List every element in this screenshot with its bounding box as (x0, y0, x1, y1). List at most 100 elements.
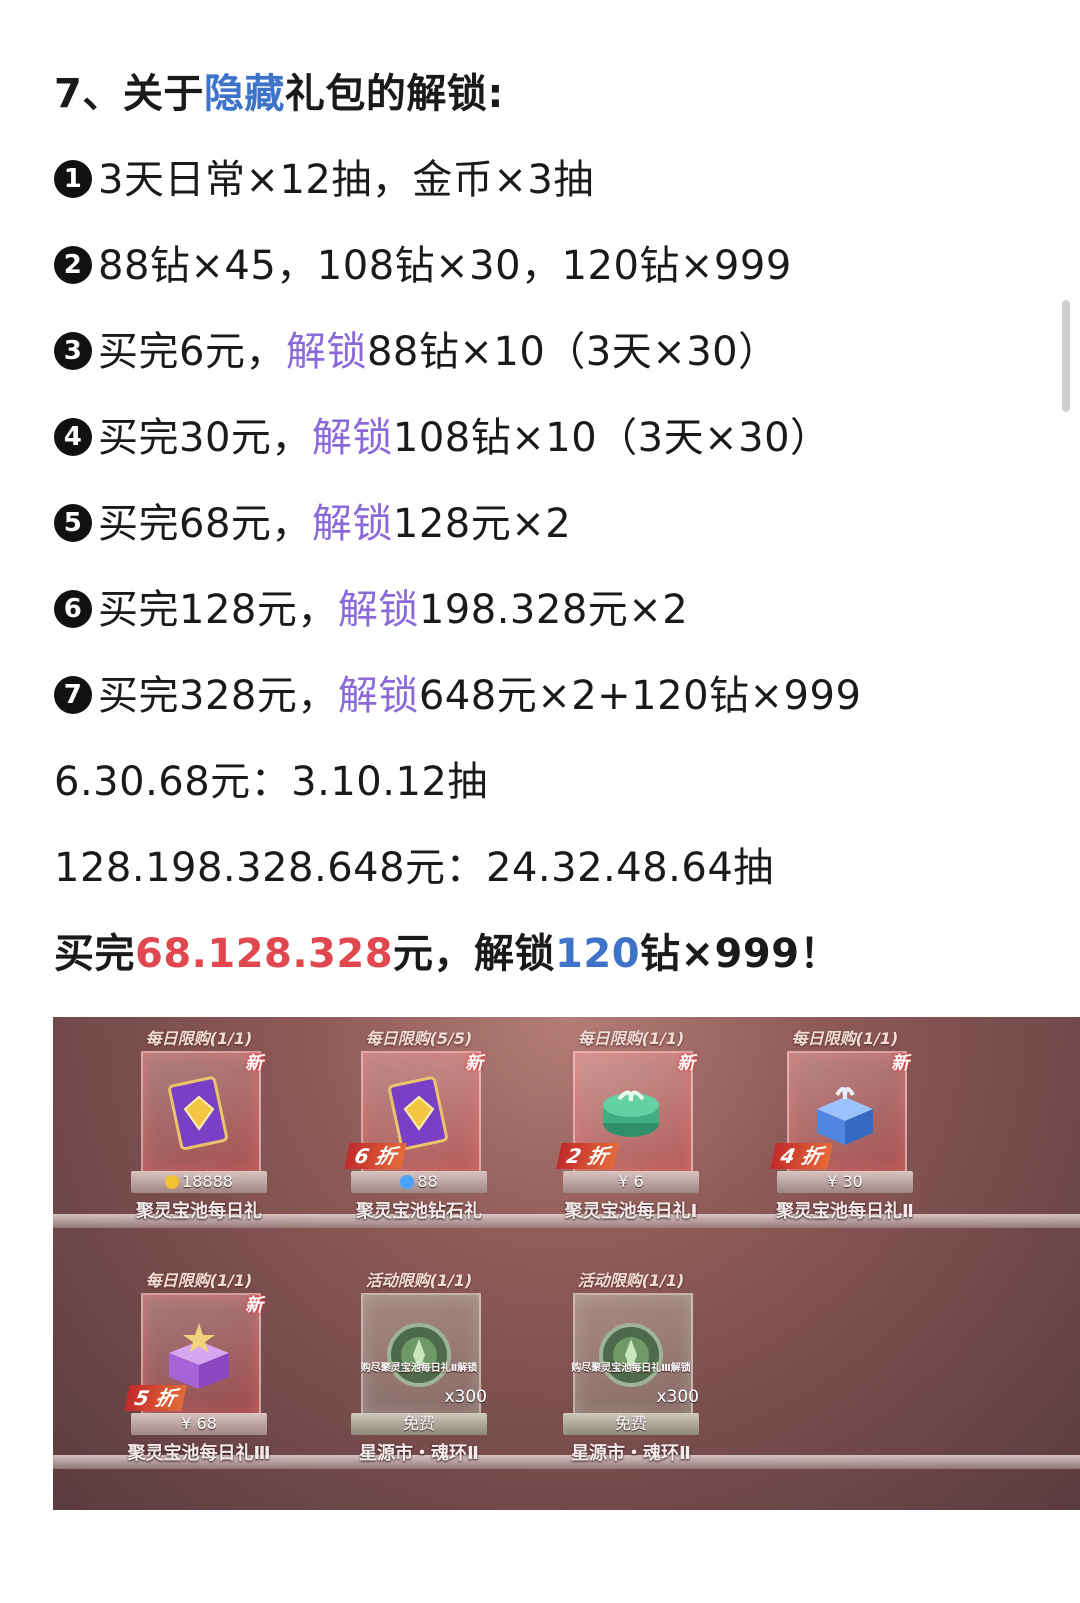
circled-number-marker: 6 (54, 590, 92, 628)
gold-coin-icon (165, 1175, 180, 1189)
circled-number-marker: 1 (54, 160, 92, 198)
purchase-limit-label: 活动限购(1/1) (365, 1271, 473, 1290)
purchase-limit-label: 每日限购(5/5) (365, 1029, 473, 1048)
pack-name: 聚灵宝池每日礼 (136, 1201, 262, 1222)
blue-diamond-icon (400, 1175, 415, 1189)
price-text: 18888 (182, 1172, 233, 1191)
circled-number-marker: 7 (54, 676, 92, 714)
heading-prefix: 7、关于 (54, 71, 204, 117)
new-badge: 新 (245, 1053, 263, 1074)
price-tag[interactable]: ¥ 6 (563, 1171, 699, 1193)
conclusion-text: 钻×999！ (640, 931, 841, 977)
highlight-text: 解锁 (311, 501, 393, 547)
discount-badge: 4 折 (770, 1143, 833, 1169)
circled-number-marker: 2 (54, 246, 92, 284)
new-badge: 新 (245, 1295, 263, 1316)
list-item: 3 买完6元，解锁88钻×10（3天×30） (54, 322, 779, 382)
soul-ring-coin-icon (381, 1317, 457, 1393)
shop-card[interactable]: 每日限购(1/1) 新 5 折 ¥ 68 聚灵宝池每日礼Ⅲ (119, 1267, 279, 1464)
game-shop-screenshot: 每日限购(1/1) 新 18888 聚灵宝池每日礼 每日限购(5/5) 新 6 折 88 聚灵宝… (53, 1017, 1080, 1510)
item-quantity: x300 (444, 1387, 487, 1407)
price-tag[interactable]: 免费 (351, 1413, 487, 1435)
discount-badge: 2 折 (556, 1143, 619, 1169)
new-badge: 新 (465, 1053, 483, 1074)
list-item: 7 买完328元，解锁648元×2+120钻×999 (54, 666, 861, 726)
price-tag[interactable]: 18888 (131, 1171, 267, 1193)
item-text: 648元×2+120钻×999 (418, 673, 862, 719)
price-text: 免费 (614, 1414, 647, 1433)
shop-card[interactable]: 活动限购(1/1) 购尽聚灵宝池每日礼Ⅲ解锁 x300 免费 星源市・魂环Ⅱ (551, 1267, 711, 1464)
item-text: 买完30元， (98, 415, 312, 461)
pack-name: 聚灵宝池每日礼Ⅰ (564, 1201, 698, 1222)
highlight-text: 解锁 (337, 587, 419, 633)
conclusion-text: 买完 (54, 931, 135, 977)
shop-card[interactable]: 活动限购(1/1) 购尽聚灵宝池每日礼Ⅱ解锁 x300 免费星源市・魂环Ⅱ (339, 1267, 499, 1464)
shop-card[interactable]: 每日限购(5/5) 新 6 折 88 聚灵宝池钻石礼 (339, 1025, 499, 1222)
pack-name: 星源市・魂环Ⅱ (359, 1443, 479, 1464)
list-item: 4 买完30元，解锁108钻×10（3天×30） (54, 408, 831, 468)
conclusion-text: 元，解锁 (393, 931, 556, 977)
shop-card[interactable]: 每日限购(1/1) 新 2 折 ¥ 6 聚灵宝池每日礼Ⅰ (551, 1025, 711, 1222)
unlock-condition-text: 购尽聚灵宝池每日礼Ⅲ解锁 (571, 1363, 691, 1374)
price-text: 88 (417, 1172, 438, 1191)
pack-name: 聚灵宝池钻石礼 (356, 1201, 482, 1222)
circled-number-marker: 3 (54, 332, 92, 370)
price-text: ¥ 6 (618, 1172, 644, 1191)
price-text: 免费 (402, 1414, 435, 1433)
list-item: 6 买完128元，解锁198.328元×2 (54, 580, 688, 640)
section-heading: 7、关于隐藏礼包的解锁: (54, 64, 504, 124)
green-gift-box-icon (593, 1075, 669, 1151)
highlight-text: 解锁 (311, 415, 393, 461)
pack-name: 聚灵宝池每日礼Ⅱ (776, 1201, 914, 1222)
new-badge: 新 (891, 1053, 909, 1074)
purchase-limit-label: 每日限购(1/1) (577, 1029, 685, 1048)
heading-suffix: 礼包的解锁: (284, 71, 504, 117)
highlight-text: 解锁 (285, 329, 367, 375)
purchase-limit-label: 每日限购(1/1) (145, 1029, 253, 1048)
blue-gift-box-icon (807, 1075, 883, 1151)
item-text: 3天日常×12抽，金币×3抽 (98, 157, 594, 203)
heading-highlight: 隐藏 (203, 71, 285, 117)
item-text: 88钻×45，108钻×30，120钻×999 (98, 243, 792, 289)
item-text: 买完328元， (98, 673, 338, 719)
list-item: 1 3天日常×12抽，金币×3抽 (54, 150, 594, 210)
item-quantity: x300 (656, 1387, 699, 1407)
item-text: 买完68元， (98, 501, 312, 547)
price-tag[interactable]: 88 (351, 1171, 487, 1193)
pack-name: 星源市・魂环Ⅱ (571, 1443, 691, 1464)
price-tag[interactable]: ¥ 68 (131, 1413, 267, 1435)
purple-gift-box-icon (161, 1317, 237, 1393)
purple-diamond-card-icon (161, 1075, 237, 1151)
item-text: 128元×2 (392, 501, 572, 547)
price-tag[interactable]: ¥ 30 (777, 1171, 913, 1193)
purchase-limit-label: 每日限购(1/1) (145, 1271, 253, 1290)
price-text: ¥ 30 (827, 1172, 863, 1191)
price-text: ¥ 68 (181, 1414, 217, 1433)
shop-card[interactable]: 每日限购(1/1) 新 18888 聚灵宝池每日礼 (119, 1025, 279, 1222)
item-text: 买完6元， (98, 329, 286, 375)
highlight-text: 68.128.328 (135, 931, 394, 977)
discount-badge: 6 折 (344, 1143, 407, 1169)
list-item: 5 买完68元，解锁128元×2 (54, 494, 571, 554)
conclusion-line: 买完68.128.328元，解锁120钻×999！ (54, 924, 840, 984)
new-badge: 新 (677, 1053, 695, 1074)
soul-ring-coin-icon (593, 1317, 669, 1393)
item-text: 198.328元×2 (418, 587, 689, 633)
list-item: 2 88钻×45，108钻×30，120钻×999 (54, 236, 792, 296)
summary-line-1: 6.30.68元：3.10.12抽 (54, 759, 488, 805)
scrollbar[interactable] (1062, 300, 1070, 412)
highlight-text: 解锁 (337, 673, 419, 719)
item-text: 108钻×10（3天×30） (392, 415, 831, 461)
shop-card[interactable]: 每日限购(1/1) 新 4 折 ¥ 30 聚灵宝池每日礼Ⅱ (765, 1025, 925, 1222)
pack-name: 聚灵宝池每日礼Ⅲ (127, 1443, 271, 1464)
summary-line-2: 128.198.328.648元：24.32.48.64抽 (54, 845, 774, 891)
item-text: 88钻×10（3天×30） (366, 329, 779, 375)
purple-diamond-card-icon (381, 1075, 457, 1151)
item-text: 买完128元， (98, 587, 338, 633)
price-tag[interactable]: 免费 (563, 1413, 699, 1435)
circled-number-marker: 5 (54, 504, 92, 542)
unlock-condition-text: 购尽聚灵宝池每日礼Ⅱ解锁 (360, 1363, 478, 1374)
purchase-limit-label: 每日限购(1/1) (791, 1029, 899, 1048)
circled-number-marker: 4 (54, 418, 92, 456)
highlight-text: 120 (555, 931, 641, 977)
